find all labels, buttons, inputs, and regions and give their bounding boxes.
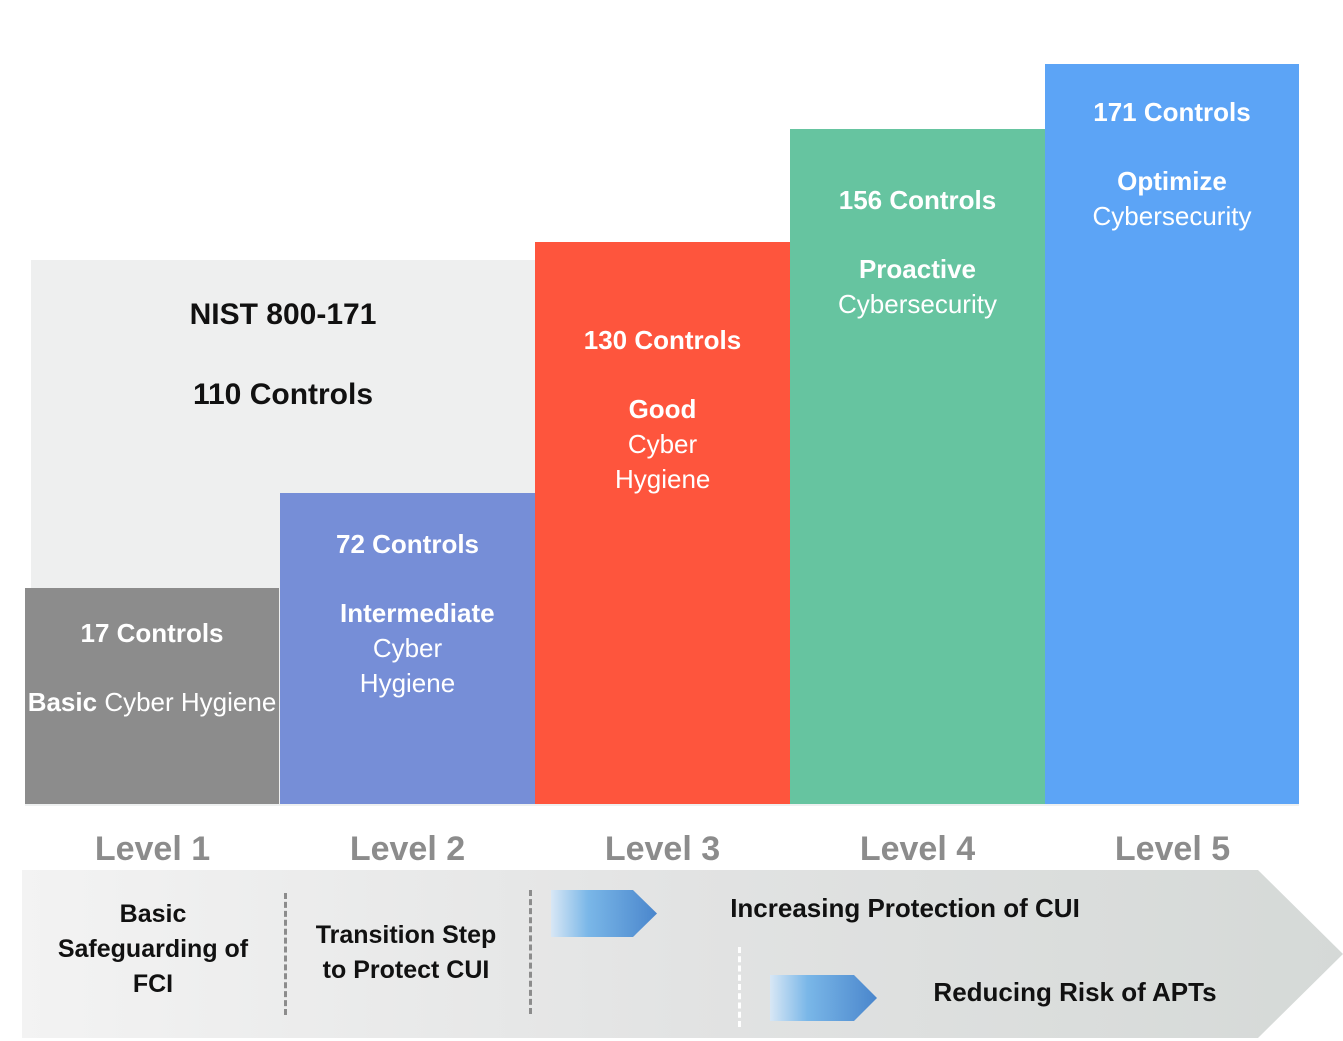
level-1-bar: 17 Controls Basic Cyber Hygiene	[25, 588, 279, 804]
level-5-controls: 171 Controls	[1093, 97, 1251, 127]
level-3-description: Good Cyber Hygiene	[535, 392, 790, 497]
divider-2	[529, 890, 532, 1014]
level-1-desc-bold: Basic	[27, 687, 98, 717]
level-5-bar: 171 Controls Optimize Cybersecurity	[1045, 64, 1299, 804]
level-3-bar: 130 Controls Good Cyber Hygiene	[535, 242, 790, 804]
level-5-description: Optimize Cybersecurity	[1045, 164, 1299, 234]
level-1-description: Basic Cyber Hygiene	[25, 685, 279, 720]
level-5-desc-bold: Optimize	[1117, 166, 1227, 196]
band-segment-basic-safeguarding: Basic Safeguarding of FCI	[35, 897, 271, 1002]
band-segment2-line1: Transition Step	[315, 921, 497, 949]
level-4-desc-bold: Proactive	[858, 254, 977, 284]
level-4-bar: 156 Controls Proactive Cybersecurity	[790, 129, 1045, 804]
level-5-label: Level 5	[1114, 830, 1231, 868]
level-1-label: Level 1	[94, 830, 211, 868]
band-segment1-line1: Basic	[119, 900, 187, 928]
reducing-risk-arrow-icon	[770, 975, 877, 1021]
level-4-description: Proactive Cybersecurity	[790, 252, 1045, 322]
level-2-bar: 72 Controls Intermediate Cyber Hygiene	[280, 493, 535, 804]
band-segment1-line3: FCI	[132, 970, 174, 998]
level-4-controls: 156 Controls	[838, 185, 997, 215]
nist-title: NIST 800-171	[189, 298, 377, 331]
level-2-controls: 72 Controls	[335, 529, 480, 559]
divider-3	[738, 947, 741, 1027]
level-3-desc-bold: Good	[628, 394, 697, 424]
level-1-desc-rest: Cyber Hygiene	[104, 687, 277, 717]
level-1-controls: 17 Controls	[80, 618, 224, 648]
level-2-description: Intermediate Cyber Hygiene	[280, 596, 535, 701]
divider-1	[284, 893, 287, 1015]
level-2-desc-bold: Intermediate	[340, 598, 495, 628]
level-4-desc-rest: Cybersecurity	[838, 289, 997, 319]
increasing-protection-label: Increasing Protection of CUI	[730, 893, 1080, 923]
baseline	[25, 804, 1299, 806]
level-4-label: Level 4	[859, 830, 976, 868]
level-2-label: Level 2	[349, 830, 466, 868]
increasing-protection-arrow-icon	[551, 890, 657, 937]
level-3-controls: 130 Controls	[583, 325, 742, 355]
reducing-risk-label: Reducing Risk of APTs	[933, 977, 1217, 1007]
band-segment-transition-step: Transition Step to Protect CUI	[295, 918, 517, 988]
band-segment1-line2: Safeguarding of	[57, 935, 249, 963]
level-3-label: Level 3	[604, 830, 721, 868]
level-2-desc-rest: Cyber Hygiene	[359, 633, 456, 698]
level-5-desc-rest: Cybersecurity	[1092, 201, 1252, 231]
band-segment2-line2: to Protect CUI	[322, 956, 490, 984]
level-3-desc-rest: Cyber Hygiene	[615, 429, 711, 494]
nist-controls-count: 110 Controls	[192, 378, 374, 411]
